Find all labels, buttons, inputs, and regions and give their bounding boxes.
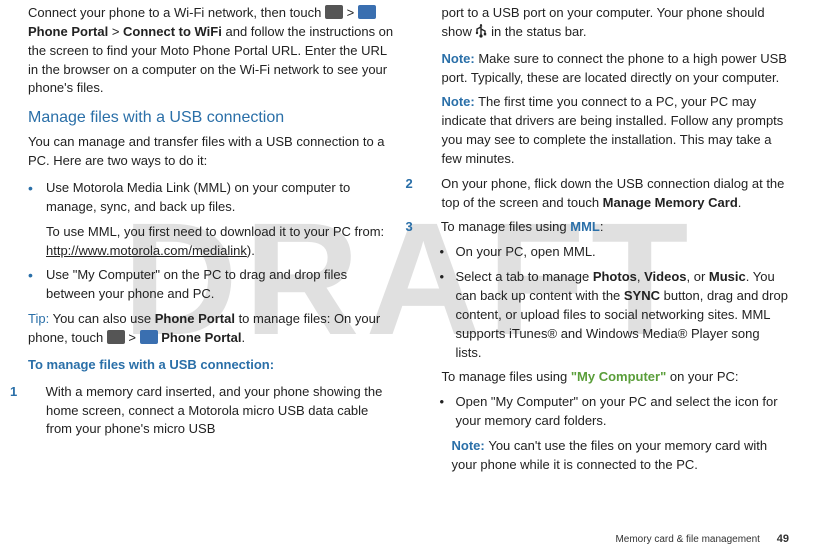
subheading-manage-usb: To manage files with a USB connection:: [28, 356, 394, 375]
list-item: On your PC, open MML.: [452, 243, 790, 262]
text: On your PC, open MML.: [456, 244, 596, 259]
step-number: 1: [28, 383, 42, 402]
phone-portal-label: Phone Portal: [28, 24, 108, 39]
step-3-sublist: On your PC, open MML. Select a tab to ma…: [424, 243, 790, 362]
text: :: [600, 219, 604, 234]
note-1: Note: Make sure to connect the phone to …: [424, 50, 790, 88]
mml-label: MML: [570, 219, 600, 234]
usb-icon: [475, 24, 487, 44]
text: To use MML, you first need to download i…: [46, 224, 384, 239]
mml-link[interactable]: http://www.motorola.com/medialink: [46, 243, 247, 258]
tip-label: Tip:: [28, 311, 49, 326]
text: Use Motorola Media Link (MML) on your co…: [46, 180, 350, 214]
inner-note: Note: You can't use the files on your me…: [424, 437, 790, 475]
step-2: 2 On your phone, flick down the USB conn…: [424, 175, 790, 213]
phone-portal-icon: [358, 5, 376, 19]
usb-intro: You can manage and transfer files with a…: [28, 133, 394, 171]
text: Make sure to connect the phone to a high…: [442, 51, 787, 85]
my-computer-sublist: Open "My Computer" on your PC and select…: [424, 393, 790, 431]
launcher-icon: [325, 5, 343, 19]
list-item: Select a tab to manage Photos, Videos, o…: [452, 268, 790, 362]
text: The first time you connect to a PC, your…: [442, 94, 784, 166]
page-columns: Connect your phone to a Wi-Fi network, t…: [0, 0, 817, 481]
page-number: 49: [777, 533, 789, 545]
text: To manage files using: [442, 369, 571, 384]
step-1: 1 With a memory card inserted, and your …: [28, 383, 394, 440]
videos-label: Videos: [644, 269, 686, 284]
text: port to a USB port on your computer. You…: [442, 5, 765, 39]
step-text: On your phone, flick down the USB connec…: [441, 176, 784, 210]
text: ).: [247, 243, 255, 258]
step-text: With a memory card inserted, and your ph…: [46, 384, 383, 437]
text: Open "My Computer" on your PC and select…: [456, 394, 778, 428]
phone-portal-label: Phone Portal: [161, 330, 241, 345]
manage-memory-card-label: Manage Memory Card: [603, 195, 738, 210]
step-number: 3: [424, 218, 438, 237]
text: You can't use the files on your memory c…: [452, 438, 768, 472]
step-1-continued: port to a USB port on your computer. You…: [424, 4, 790, 44]
photos-label: Photos: [593, 269, 637, 284]
list-item: Use Motorola Media Link (MML) on your co…: [42, 179, 394, 260]
gt: >: [112, 24, 123, 39]
text: To manage files using: [441, 219, 570, 234]
list-item: Use "My Computer" on the PC to drag and …: [42, 266, 394, 304]
tip-paragraph: Tip: You can also use Phone Portal to ma…: [28, 310, 394, 348]
sync-label: SYNC: [624, 288, 660, 303]
heading-manage-files-usb: Manage files with a USB connection: [28, 106, 394, 129]
note-2: Note: The first time you connect to a PC…: [424, 93, 790, 168]
step-number: 2: [424, 175, 438, 194]
text: Connect your phone to a Wi-Fi network, t…: [28, 5, 325, 20]
phone-portal-icon: [140, 330, 158, 344]
footer-section: Memory card & file management: [615, 534, 760, 545]
left-column: Connect your phone to a Wi-Fi network, t…: [28, 4, 394, 481]
my-computer-paragraph: To manage files using "My Computer" on y…: [424, 368, 790, 387]
text: in the status bar.: [491, 24, 586, 39]
gt: >: [347, 5, 358, 20]
text: .: [738, 195, 742, 210]
my-computer-label: "My Computer": [571, 369, 666, 384]
text: Use "My Computer" on the PC to drag and …: [46, 267, 347, 301]
right-column: port to a USB port on your computer. You…: [424, 4, 790, 481]
step-text: To manage files using MML:: [441, 219, 604, 234]
page-footer: Memory card & file management 49: [615, 532, 789, 548]
mml-download-note: To use MML, you first need to download i…: [46, 223, 394, 261]
text: Select a tab to manage: [456, 269, 593, 284]
list-item: Open "My Computer" on your PC and select…: [452, 393, 790, 431]
step-3: 3 To manage files using MML:: [424, 218, 790, 237]
phone-portal-label: Phone Portal: [155, 311, 235, 326]
note-label: Note:: [442, 94, 475, 109]
launcher-icon: [107, 330, 125, 344]
gt: >: [128, 330, 139, 345]
text: on your PC:: [666, 369, 738, 384]
text: .: [241, 330, 245, 345]
connect-wifi-label: Connect to WiFi: [123, 24, 222, 39]
intro-paragraph: Connect your phone to a Wi-Fi network, t…: [28, 4, 394, 98]
text: , or: [687, 269, 709, 284]
text: You can also use: [53, 311, 155, 326]
note-label: Note:: [452, 438, 489, 453]
note-label: Note:: [442, 51, 475, 66]
usb-options-list: Use Motorola Media Link (MML) on your co…: [28, 179, 394, 304]
music-label: Music: [709, 269, 746, 284]
